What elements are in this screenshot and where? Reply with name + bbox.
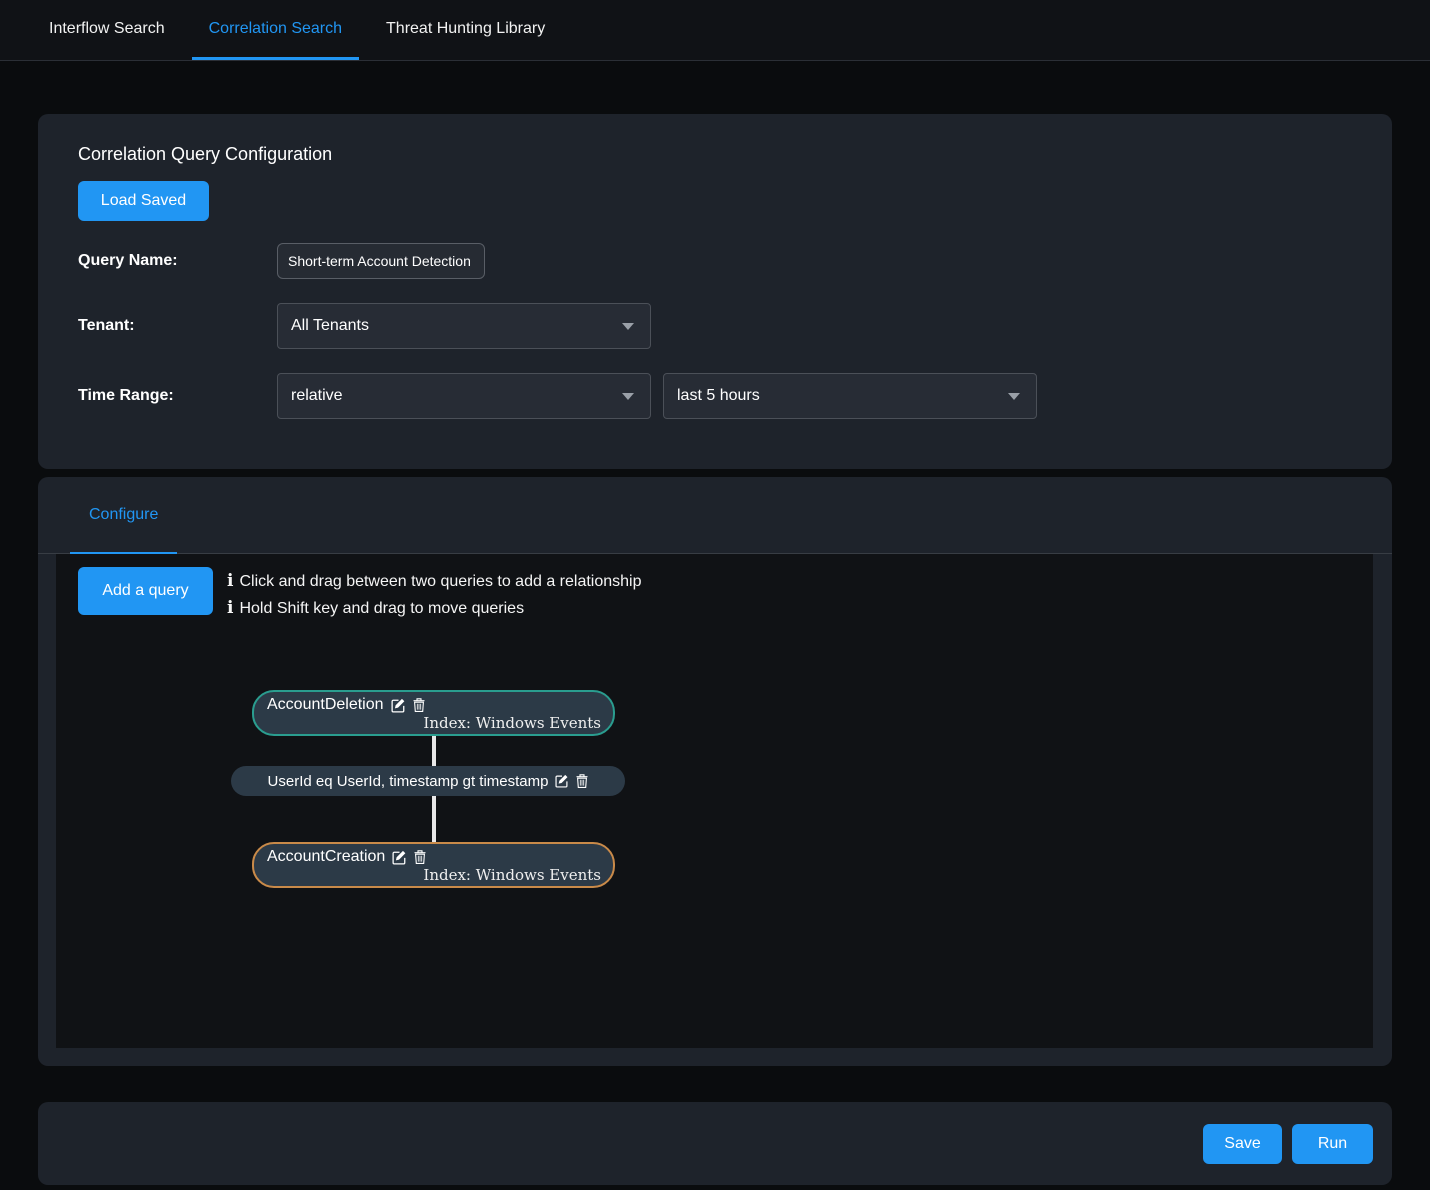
canvas-hints: i Click and drag between two queries to … [227, 567, 642, 622]
query-node-index: Index: Windows Events [254, 866, 613, 885]
tab-correlation-search[interactable]: Correlation Search [192, 0, 359, 60]
chevron-down-icon [622, 323, 634, 330]
canvas-toolbar: Add a query i Click and drag between two… [56, 554, 1373, 622]
top-nav: Interflow Search Correlation Search Thre… [0, 0, 1430, 61]
edit-icon[interactable] [555, 774, 569, 788]
query-graph-canvas[interactable]: Add a query i Click and drag between two… [56, 554, 1373, 1048]
query-node-name: AccountCreation [267, 848, 385, 866]
edit-icon[interactable] [391, 698, 406, 713]
time-range-period-value: last 5 hours [677, 387, 760, 405]
footer-action-bar: Save Run [38, 1102, 1392, 1185]
chevron-down-icon [622, 393, 634, 400]
hint-relationship: i Click and drag between two queries to … [227, 568, 642, 595]
info-icon: i [227, 568, 233, 595]
chevron-down-icon [1008, 393, 1020, 400]
hint-move: i Hold Shift key and drag to move querie… [227, 595, 642, 622]
time-range-row: Time Range: relative last 5 hours [78, 373, 1352, 419]
relationship-pill[interactable]: UserId eq UserId, timestamp gt timestamp [231, 766, 625, 796]
trash-icon[interactable] [414, 850, 426, 864]
time-range-type-select[interactable]: relative [277, 373, 651, 419]
correlation-config-panel: Correlation Query Configuration Load Sav… [38, 114, 1392, 469]
tenant-select-value: All Tenants [291, 317, 369, 335]
add-query-button[interactable]: Add a query [78, 567, 213, 615]
relationship-text: UserId eq UserId, timestamp gt timestamp [268, 773, 549, 790]
hint-text: Hold Shift key and drag to move queries [239, 595, 524, 622]
query-node-account-creation[interactable]: AccountCreation Index: Window [252, 842, 615, 888]
query-node-header: AccountCreation [254, 844, 613, 866]
hint-text: Click and drag between two queries to ad… [239, 568, 641, 595]
tenant-row: Tenant: All Tenants [78, 303, 1352, 349]
save-button[interactable]: Save [1203, 1124, 1282, 1164]
tab-configure[interactable]: Configure [70, 477, 177, 554]
query-node-account-deletion[interactable]: AccountDeletion Index: Window [252, 690, 615, 736]
edit-icon[interactable] [392, 850, 407, 865]
configure-panel: Configure Add a query i Click and drag b… [38, 477, 1392, 1066]
time-range-period-select[interactable]: last 5 hours [663, 373, 1037, 419]
panel-title: Correlation Query Configuration [78, 144, 1352, 165]
tab-interflow-search[interactable]: Interflow Search [32, 0, 182, 60]
query-name-row: Query Name: [78, 243, 1352, 279]
info-icon: i [227, 595, 233, 622]
configure-tabs: Configure [38, 477, 1392, 554]
trash-icon[interactable] [413, 698, 425, 712]
query-node-name: AccountDeletion [267, 696, 384, 714]
tenant-select[interactable]: All Tenants [277, 303, 651, 349]
load-saved-button[interactable]: Load Saved [78, 181, 209, 221]
trash-icon[interactable] [576, 774, 588, 788]
query-node-header: AccountDeletion [254, 692, 613, 714]
tab-threat-hunting-library[interactable]: Threat Hunting Library [369, 0, 562, 60]
query-name-label: Query Name: [78, 252, 277, 270]
query-node-index: Index: Windows Events [254, 714, 613, 733]
time-range-label: Time Range: [78, 387, 277, 405]
run-button[interactable]: Run [1292, 1124, 1373, 1164]
query-name-input[interactable] [277, 243, 485, 279]
time-range-type-value: relative [291, 387, 343, 405]
tenant-label: Tenant: [78, 317, 277, 335]
